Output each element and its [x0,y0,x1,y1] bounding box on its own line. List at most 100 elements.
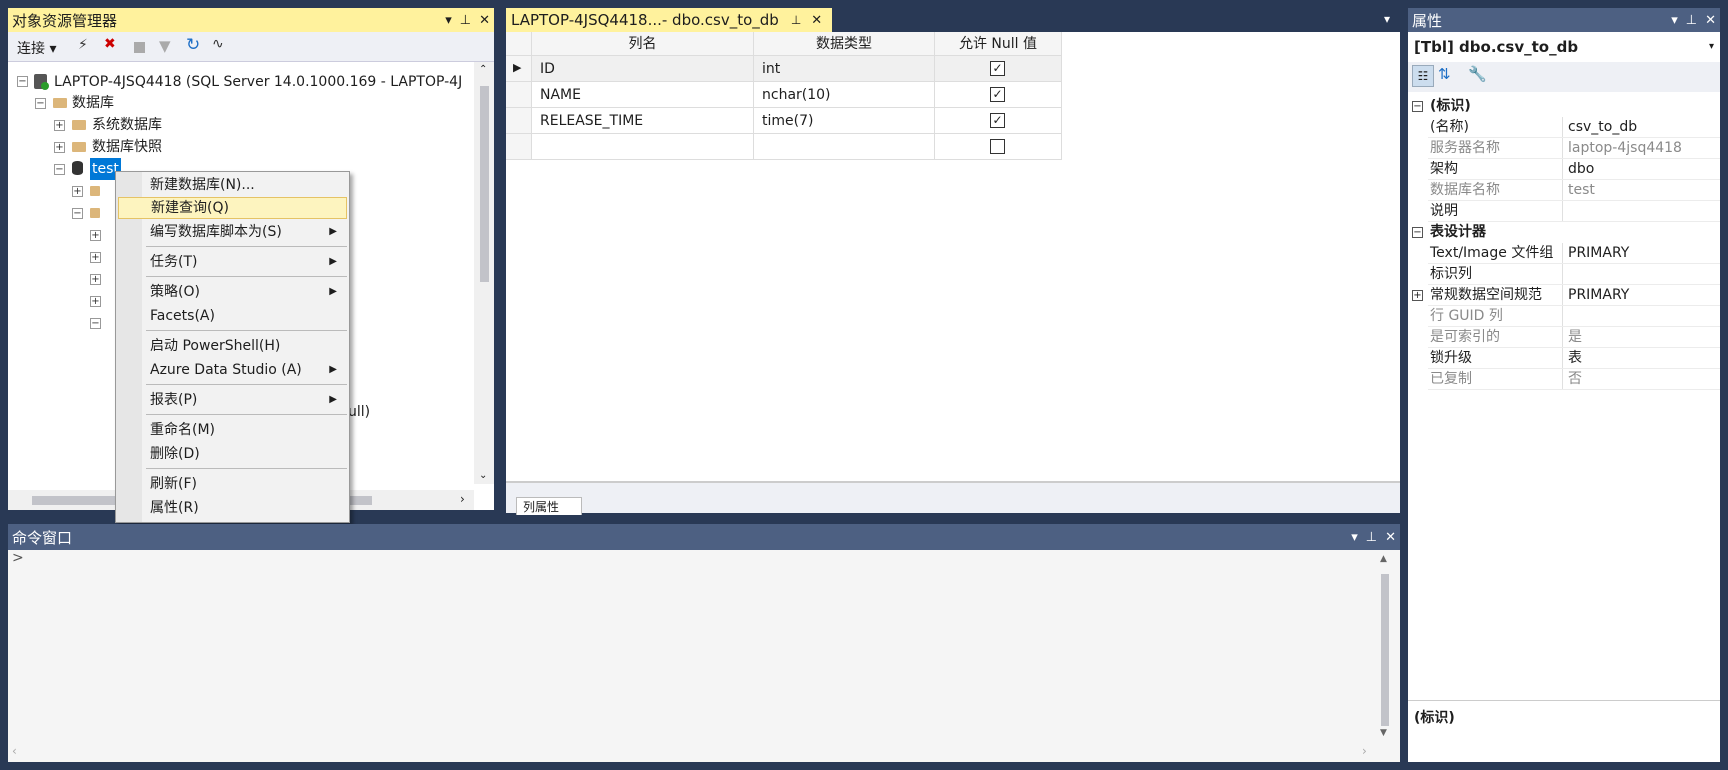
expand-icon[interactable]: + [72,186,83,197]
property-value[interactable]: PRIMARY [1564,243,1720,264]
expand-icon[interactable]: + [90,274,101,285]
row-selector[interactable]: ▶ [506,56,532,82]
cell-column-name[interactable]: ID [532,56,754,82]
column-properties-tab[interactable]: 列属性 [516,497,582,515]
property-row[interactable]: 标识列 [1408,264,1720,285]
property-value[interactable]: PRIMARY [1564,285,1720,306]
property-value[interactable]: 否 [1564,369,1720,390]
command-vertical-scrollbar[interactable]: ▲ ▼ [1378,554,1392,740]
cell-data-type[interactable]: nchar(10) [754,82,935,108]
cell-column-name[interactable] [532,134,754,160]
stop-icon[interactable] [134,42,145,53]
collapse-icon[interactable]: − [72,208,83,219]
row-selector[interactable] [506,82,532,108]
scroll-left-icon[interactable]: ‹ [12,744,17,758]
tree-vertical-scrollbar[interactable]: ⌃ ⌄ [474,62,494,484]
menu-item-tasks[interactable]: 任务(T) ▶ [118,251,347,273]
property-value[interactable]: laptop-4jsq4418 [1564,138,1720,159]
menu-item-policies[interactable]: 策略(O) ▶ [118,281,347,303]
scroll-down-icon[interactable]: ⌄ [479,470,487,481]
collapse-server-icon[interactable]: − [17,76,28,87]
connect-icon[interactable]: ⚡ [78,37,88,53]
menu-item-new-database[interactable]: 新建数据库(N)... [118,174,347,196]
scroll-right-icon[interactable]: › [460,492,465,506]
close-icon[interactable]: ✕ [1385,530,1396,545]
expand-property-icon[interactable]: + [1412,290,1423,301]
property-row[interactable]: Text/Image 文件组 PRIMARY [1408,243,1720,264]
property-value[interactable]: test [1564,180,1720,201]
cell-data-type[interactable]: int [754,56,935,82]
cell-data-type[interactable]: time(7) [754,108,935,134]
filter-icon[interactable]: ▼ [159,37,171,55]
property-value[interactable]: dbo [1564,159,1720,180]
cell-allow-null[interactable]: ✓ [935,82,1062,108]
property-row[interactable]: 是可索引的是 [1408,327,1720,348]
expand-snapshots-icon[interactable]: + [54,142,65,153]
expand-icon[interactable]: + [90,230,101,241]
categorized-icon[interactable]: ☷ [1412,65,1434,87]
menu-item-azure-data-studio[interactable]: Azure Data Studio (A) ▶ [118,359,347,381]
property-pages-icon[interactable]: 🔧 [1468,65,1487,83]
menu-item-refresh[interactable]: 刷新(F) [118,473,347,495]
row-selector[interactable] [506,108,532,134]
menu-item-delete[interactable]: 删除(D) [118,443,347,465]
pin-icon[interactable]: ⊥ [791,13,801,27]
tab-list-dropdown-icon[interactable]: ▾ [1384,12,1390,26]
connect-button[interactable]: 连接 ▾ [17,38,56,58]
cell-data-type[interactable] [754,134,935,160]
editor-tab[interactable]: LAPTOP-4JSQ4418...- dbo.csv_to_db ⊥ ✕ [506,8,832,32]
tree-server[interactable]: LAPTOP-4JSQ4418 (SQL Server 14.0.1000.16… [54,71,484,93]
dropdown-icon[interactable]: ▾ [1671,13,1678,28]
property-row[interactable]: 架构 dbo [1408,159,1720,180]
scroll-down-icon[interactable]: ▼ [1380,728,1387,738]
expand-icon[interactable]: + [90,296,101,307]
menu-item-start-powershell[interactable]: 启动 PowerShell(H) [118,335,347,357]
property-row[interactable]: (名称) csv_to_db [1408,117,1720,138]
property-row[interactable]: 常规数据空间规范 PRIMARY + [1408,285,1720,306]
close-icon[interactable]: ✕ [1705,13,1716,28]
expand-icon[interactable]: + [90,252,101,263]
property-value[interactable]: csv_to_db [1564,117,1720,138]
tree-system-databases[interactable]: 系统数据库 [92,114,162,136]
activity-monitor-icon[interactable]: ∿ [212,36,224,52]
collapse-section-icon[interactable]: − [1412,227,1423,238]
collapse-section-icon[interactable]: − [1412,101,1423,112]
properties-object-selector[interactable]: [Tbl] dbo.csv_to_db ▾ [1408,32,1720,62]
property-value[interactable]: 表 [1564,348,1720,369]
scroll-up-icon[interactable]: ▲ [1380,554,1387,564]
property-row[interactable]: 数据库名称 test [1408,180,1720,201]
property-row[interactable]: 锁升级表 [1408,348,1720,369]
alphabetical-icon[interactable]: ⇅ [1438,65,1451,83]
scroll-thumb[interactable] [480,86,489,282]
menu-item-script-database[interactable]: 编写数据库脚本为(S) ▶ [118,221,347,243]
allow-null-checkbox[interactable]: ✓ [990,113,1005,128]
scroll-thumb[interactable] [1381,574,1389,726]
section-table-designer[interactable]: − 表设计器 [1408,222,1720,243]
close-icon[interactable]: ✕ [479,13,490,28]
dropdown-icon[interactable]: ▾ [1351,530,1358,545]
pin-icon[interactable]: ⊥ [1686,13,1697,28]
refresh-icon[interactable]: ↻ [186,35,200,55]
disconnect-icon[interactable]: ✖ [104,36,116,52]
collapse-databases-icon[interactable]: − [35,98,46,109]
cell-column-name[interactable]: RELEASE_TIME [532,108,754,134]
pin-icon[interactable]: ⊥ [460,13,471,28]
scroll-right-icon[interactable]: › [1362,744,1367,758]
scroll-up-icon[interactable]: ⌃ [479,64,487,75]
menu-item-properties[interactable]: 属性(R) [118,497,347,519]
property-row[interactable]: 已复制否 [1408,369,1720,390]
property-row[interactable]: 行 GUID 列 [1408,306,1720,327]
dropdown-icon[interactable]: ▾ [445,13,452,28]
tree-databases[interactable]: 数据库 [72,92,114,114]
menu-item-facets[interactable]: Facets(A) [118,305,347,327]
expand-system-databases-icon[interactable]: + [54,120,65,131]
property-row[interactable]: 服务器名称 laptop-4jsq4418 [1408,138,1720,159]
section-identity[interactable]: − (标识) [1408,96,1720,117]
property-value[interactable] [1564,264,1720,285]
menu-item-new-query[interactable]: 新建查询(Q) [118,197,347,219]
allow-null-checkbox[interactable] [990,139,1005,154]
command-window-body[interactable]: > ▲ ▼ ‹ › [8,550,1400,762]
tab-close-icon[interactable]: ✕ [811,13,822,28]
menu-item-rename[interactable]: 重命名(M) [118,419,347,441]
property-row[interactable]: 说明 [1408,201,1720,222]
